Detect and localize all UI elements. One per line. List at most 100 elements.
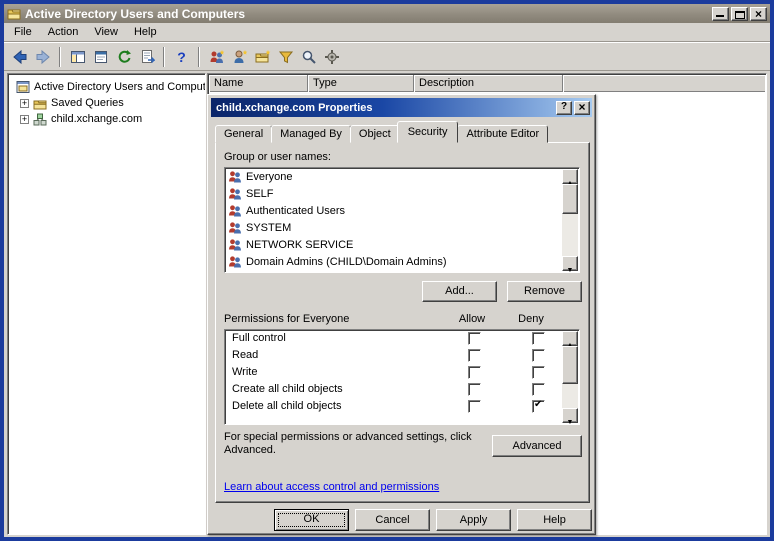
tab-general[interactable]: General <box>215 125 273 143</box>
minimize-button[interactable] <box>712 6 729 21</box>
tree-item-label: child.xchange.com <box>51 113 143 125</box>
column-header-type[interactable]: Type <box>308 75 414 92</box>
help-button[interactable]: Help <box>517 509 592 531</box>
group-name: SELF <box>246 187 274 200</box>
export-list-icon[interactable] <box>136 46 157 67</box>
create-ou-icon[interactable] <box>252 46 273 67</box>
properties-icon[interactable] <box>90 46 111 67</box>
menu-action[interactable]: Action <box>40 24 87 40</box>
remove-button[interactable]: Remove <box>507 281 582 302</box>
show-console-tree-icon[interactable] <box>67 46 88 67</box>
group-list-item[interactable]: SYSTEM <box>225 219 579 236</box>
group-names-label: Group or user names: <box>224 151 331 163</box>
toolbar-separator <box>59 46 61 67</box>
tree-item-domain[interactable]: child.xchange.com <box>8 111 205 127</box>
users-icon <box>229 221 241 233</box>
expand-toggle-icon[interactable] <box>20 113 29 125</box>
window-title: Active Directory Users and Computers <box>25 6 246 21</box>
users-icon <box>229 204 241 216</box>
dialog-titlebar[interactable]: child.xchange.com Properties <box>211 98 592 117</box>
group-name: SYSTEM <box>246 221 292 234</box>
allow-checkbox[interactable] <box>468 349 481 362</box>
group-list-scrollbar[interactable] <box>562 169 578 271</box>
menu-bar: File Action View Help <box>4 23 770 42</box>
group-name: Domain Admins (CHILD\Domain Admins) <box>246 255 447 268</box>
close-button[interactable] <box>750 6 767 21</box>
permission-row: Create all child objects <box>225 381 579 398</box>
scroll-down-icon[interactable] <box>562 408 578 423</box>
access-control-link[interactable]: Learn about access control and permissio… <box>224 481 439 493</box>
tab-security[interactable]: Security <box>396 121 459 143</box>
group-list-item[interactable]: Everyone <box>225 168 579 185</box>
add-button[interactable]: Add... <box>422 281 497 302</box>
users-icon <box>229 170 241 182</box>
menu-file[interactable]: File <box>6 24 40 40</box>
scroll-up-icon[interactable] <box>562 169 578 184</box>
minimize-icon <box>716 14 724 17</box>
tree-item-saved-queries[interactable]: Saved Queries <box>8 95 205 111</box>
deny-checkbox[interactable] <box>532 383 545 396</box>
group-list-item[interactable]: Domain Admins (CHILD\Domain Admins) <box>225 253 579 270</box>
permission-row: Delete all child objects <box>225 398 579 415</box>
filter-icon[interactable] <box>275 46 296 67</box>
deny-checkbox[interactable] <box>532 399 545 413</box>
window-titlebar[interactable]: Active Directory Users and Computers <box>4 4 770 23</box>
users-icon <box>229 255 241 267</box>
create-group-icon[interactable] <box>206 46 227 67</box>
group-list-item[interactable]: Authenticated Users <box>225 202 579 219</box>
dialog-close-button[interactable] <box>574 100 590 115</box>
permission-name: Delete all child objects <box>232 400 342 412</box>
apply-button[interactable]: Apply <box>436 509 511 531</box>
menu-view[interactable]: View <box>86 24 126 40</box>
deny-checkbox[interactable] <box>532 366 545 379</box>
permission-name: Create all child objects <box>232 383 343 395</box>
deny-checkbox[interactable] <box>532 349 545 362</box>
menu-help[interactable]: Help <box>126 24 165 40</box>
tab-managed-by[interactable]: Managed By <box>271 125 351 143</box>
column-header-description[interactable]: Description <box>414 75 563 92</box>
scroll-down-icon[interactable] <box>562 256 578 271</box>
refresh-icon[interactable] <box>113 46 134 67</box>
permissions-label: Permissions for Everyone <box>224 313 350 325</box>
group-list-item[interactable]: SELF <box>225 185 579 202</box>
permission-name: Write <box>232 366 258 378</box>
ok-button[interactable]: OK <box>274 509 349 531</box>
allow-checkbox[interactable] <box>468 332 481 345</box>
security-tab-page: Group or user names: Everyone SELF Authe… <box>215 142 590 503</box>
permission-row: Write <box>225 364 579 381</box>
users-icon <box>229 187 241 199</box>
permissions-scrollbar[interactable] <box>562 331 578 423</box>
back-icon[interactable] <box>9 46 30 67</box>
scroll-up-icon[interactable] <box>562 331 578 346</box>
maximize-button[interactable] <box>731 6 748 21</box>
help-icon[interactable] <box>171 46 192 67</box>
scroll-thumb[interactable] <box>562 184 578 214</box>
forward-icon[interactable] <box>32 46 53 67</box>
deny-checkbox[interactable] <box>532 332 545 345</box>
advanced-options-icon[interactable] <box>321 46 342 67</box>
allow-column-label: Allow <box>458 313 486 325</box>
allow-checkbox[interactable] <box>468 400 481 413</box>
dialog-title: child.xchange.com Properties <box>216 101 373 114</box>
advanced-button[interactable]: Advanced <box>492 435 582 457</box>
allow-checkbox[interactable] <box>468 383 481 396</box>
folder-icon <box>33 100 47 109</box>
permission-name: Read <box>232 349 259 361</box>
console-root-icon <box>16 81 30 93</box>
tab-attribute-editor[interactable]: Attribute Editor <box>457 125 549 143</box>
dialog-help-button[interactable] <box>556 100 572 115</box>
scroll-thumb[interactable] <box>562 346 578 384</box>
column-header-name[interactable]: Name <box>209 75 308 92</box>
cancel-button[interactable]: Cancel <box>355 509 430 531</box>
tab-object[interactable]: Object <box>349 125 400 143</box>
domain-icon <box>33 113 47 125</box>
tree-item-label: Saved Queries <box>51 97 124 109</box>
allow-checkbox[interactable] <box>468 366 481 379</box>
tree-item-console-root[interactable]: Active Directory Users and Comput <box>8 79 205 95</box>
group-name: Authenticated Users <box>246 204 346 217</box>
create-user-icon[interactable] <box>229 46 250 67</box>
find-icon[interactable] <box>298 46 319 67</box>
group-list-item[interactable]: NETWORK SERVICE <box>225 236 579 253</box>
permission-name: Full control <box>232 332 286 344</box>
expand-toggle-icon[interactable] <box>20 97 29 109</box>
